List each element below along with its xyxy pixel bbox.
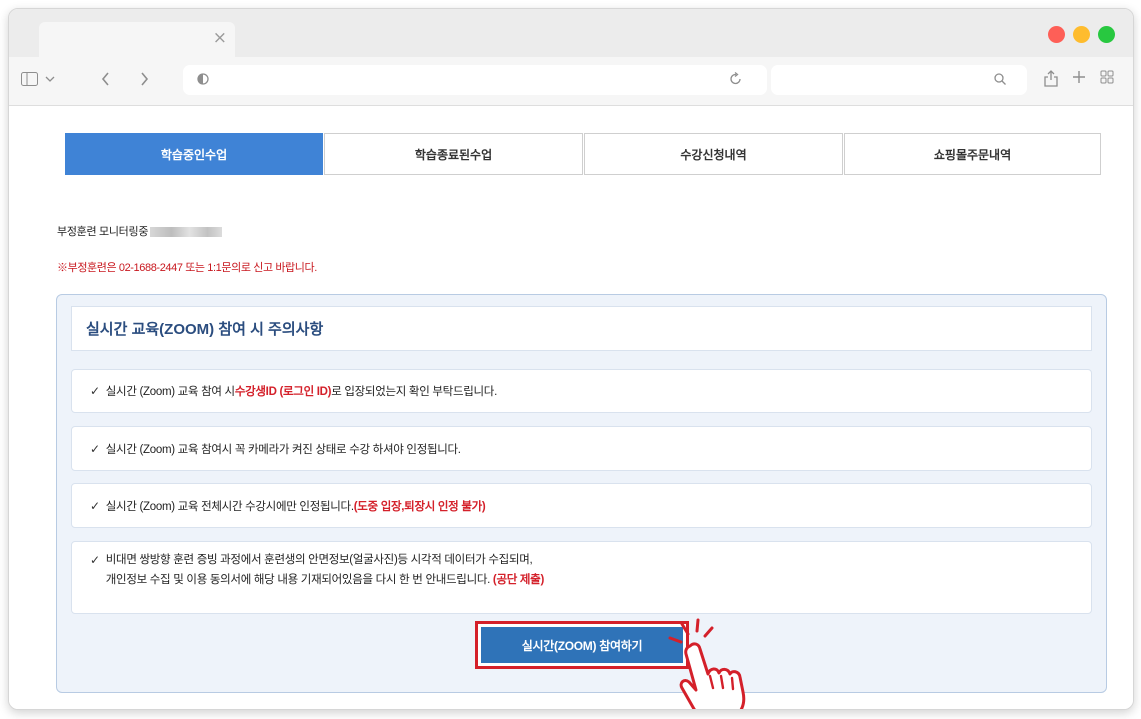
notice-title: 실시간 교육(ZOOM) 참여 시 주의사항: [86, 321, 324, 338]
tab-overview-icon[interactable]: [1100, 70, 1114, 88]
notice-text: 개인정보 수집 및 이용 동의서에 해당 내용 기재되어있음을 다시 한 번 안…: [105, 574, 493, 586]
title-bar: ×: [9, 9, 1133, 57]
back-icon[interactable]: [101, 72, 111, 90]
search-icon: [993, 72, 1007, 90]
tab-enrollment-history[interactable]: 수강신청내역: [584, 133, 843, 175]
tab-shopping-orders[interactable]: 쇼핑몰주문내역: [844, 133, 1101, 175]
chevron-down-icon[interactable]: [45, 72, 55, 90]
notice-text: 실시간 (Zoom) 교육 참여시 꼭 카메라가 켜진 상태로 수강 하셔야 인…: [105, 443, 461, 456]
pointing-hand-icon: [668, 618, 746, 709]
monitoring-status: 부정훈련 모니터링중: [57, 223, 223, 239]
notice-highlight: (도중 입장,퇴장시 인정 불가): [353, 500, 486, 513]
zoom-join-button[interactable]: 실시간(ZOOM) 참여하기: [481, 627, 683, 663]
zoom-join-highlight: 실시간(ZOOM) 참여하기: [475, 621, 689, 669]
browser-window: × 학습중인수업 학습종료된수업 수강신청내역 쇼핑몰주문내역 부정훈련 모니터…: [8, 8, 1134, 710]
notice-text-line2: 개인정보 수집 및 이용 동의서에 해당 내용 기재되어있음을 다시 한 번 안…: [105, 570, 545, 590]
notice-highlight: (공단 제출): [492, 574, 544, 586]
check-icon: ✓: [90, 498, 100, 513]
check-icon: ✓: [90, 384, 100, 398]
reload-icon[interactable]: [729, 71, 743, 90]
tab-learning-courses[interactable]: 학습중인수업: [65, 133, 323, 175]
notice-text: 비대면 쌍방향 훈련 증빙 과정에서 훈련생의 안면정보(얼굴사진)등 시각적 …: [105, 554, 533, 566]
page-content: 학습중인수업 학습종료된수업 수강신청내역 쇼핑몰주문내역 부정훈련 모니터링중…: [9, 106, 1133, 709]
notice-text: 실시간 (Zoom) 교육 전체시간 수강시에만 인정됩니다.: [105, 500, 354, 513]
notice-item: ✓ 실시간 (Zoom) 교육 전체시간 수강시에만 인정됩니다. (도중 입장,…: [71, 483, 1092, 528]
notice-item: ✓ 비대면 쌍방향 훈련 증빙 과정에서 훈련생의 안면정보(얼굴사진)등 시각…: [71, 541, 1092, 614]
close-icon[interactable]: ×: [213, 30, 227, 47]
blurred-username: [150, 227, 223, 238]
monitoring-label: 부정훈련 모니터링중: [57, 226, 149, 238]
check-icon: ✓: [90, 441, 100, 456]
notice-text: 실시간 (Zoom) 교육 참여 시: [105, 386, 235, 398]
close-window-button[interactable]: [1048, 26, 1065, 43]
new-tab-icon[interactable]: [1072, 70, 1086, 88]
check-icon: ✓: [90, 553, 100, 567]
forward-icon[interactable]: [139, 72, 149, 90]
notice-item: ✓ 실시간 (Zoom) 교육 참여시 꼭 카메라가 켜진 상태로 수강 하셔야…: [71, 426, 1092, 471]
minimize-window-button[interactable]: [1073, 26, 1090, 43]
notice-header: 실시간 교육(ZOOM) 참여 시 주의사항: [71, 306, 1092, 351]
notice-highlight: 수강생ID (로그인 ID): [234, 386, 332, 398]
sidebar-icon[interactable]: [21, 72, 38, 90]
address-bar[interactable]: [183, 65, 767, 95]
notice-item: ✓ 실시간 (Zoom) 교육 참여 시 수강생ID (로그인 ID) 로 입장되…: [71, 369, 1092, 413]
share-icon[interactable]: [1044, 69, 1058, 91]
tab-completed-courses[interactable]: 학습종료된수업: [324, 133, 583, 175]
browser-toolbar: [9, 57, 1133, 106]
zoom-window-button[interactable]: [1098, 26, 1115, 43]
notice-text-end: 로 입장되었는지 확인 부탁드립니다.: [331, 386, 497, 398]
search-field[interactable]: [771, 65, 1027, 95]
shield-icon: [197, 72, 209, 90]
fraud-report-notice: ※부정훈련은 02-1688-2447 또는 1:1문의로 신고 바랍니다.: [57, 262, 317, 274]
browser-tab[interactable]: ×: [39, 22, 235, 57]
notice-text-block: 비대면 쌍방향 훈련 증빙 과정에서 훈련생의 안면정보(얼굴사진)등 시각적 …: [105, 550, 545, 590]
